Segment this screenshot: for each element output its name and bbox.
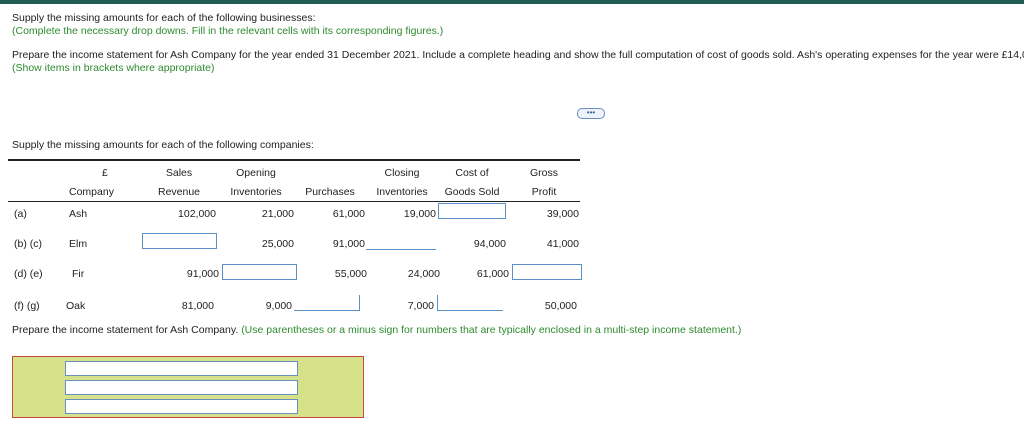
closing-value: 24,000 — [407, 268, 440, 280]
purchases-input-f[interactable] — [294, 295, 360, 311]
row-label: (f) (g) — [14, 300, 40, 312]
closing-input-c[interactable] — [366, 249, 436, 250]
table-intro: Supply the missing amounts for each of t… — [12, 139, 314, 151]
statement-prompt: Prepare the income statement for Ash Com… — [12, 324, 741, 336]
purchases-value: 91,000 — [332, 238, 365, 250]
gross-header-bottom: Profit — [531, 186, 557, 198]
purchases-value: 55,000 — [334, 268, 367, 280]
top-accent-bar — [0, 0, 1024, 4]
closing-header-top: Closing — [384, 167, 420, 179]
opening-header-top: Opening — [236, 167, 276, 179]
sales-value: 91,000 — [186, 268, 219, 280]
question-note-2: (Show items in brackets where appropriat… — [12, 62, 215, 74]
gross-value: 41,000 — [546, 238, 579, 250]
statement-heading-input-3[interactable] — [65, 399, 298, 414]
company-name: Oak — [66, 300, 86, 312]
opening-header-bottom: Inventories — [230, 186, 282, 198]
opening-value: 21,000 — [261, 208, 294, 220]
income-statement-box — [12, 356, 364, 418]
opening-value: 9,000 — [265, 300, 292, 312]
question-line-2: Prepare the income statement for Ash Com… — [12, 49, 1024, 61]
closing-value: 7,000 — [407, 300, 434, 312]
opening-value: 25,000 — [261, 238, 294, 250]
row-label: (b) (c) — [14, 238, 42, 250]
statement-heading-input-1[interactable] — [65, 361, 298, 376]
statement-prompt-text: Prepare the income statement for Ash Com… — [12, 324, 239, 336]
cogs-value: 94,000 — [473, 238, 506, 250]
table-header-rule — [8, 201, 580, 202]
more-info-button[interactable]: ••• — [577, 108, 605, 119]
statement-heading-input-2[interactable] — [65, 380, 298, 395]
sales-header-bottom: Revenue — [157, 186, 201, 198]
gross-value: 39,000 — [546, 208, 579, 220]
cogs-input-a[interactable] — [438, 203, 506, 219]
sales-value: 81,000 — [181, 300, 214, 312]
company-name: Elm — [69, 238, 88, 250]
cogs-header-top: Cost of — [455, 167, 489, 179]
company-name: Fir — [72, 268, 85, 280]
sales-header-top: Sales — [165, 167, 193, 179]
row-label: (d) (e) — [14, 268, 43, 280]
row-label: (a) — [14, 208, 27, 220]
currency-header: £ — [102, 167, 108, 179]
cogs-value: 61,000 — [476, 268, 509, 280]
sales-input-b[interactable] — [142, 233, 217, 249]
gross-value: 50,000 — [544, 300, 577, 312]
company-header: Company — [69, 186, 114, 198]
purchases-header: Purchases — [305, 186, 355, 198]
sales-value: 102,000 — [178, 208, 216, 220]
company-name: Ash — [69, 208, 88, 220]
gross-header-top: Gross — [529, 167, 558, 179]
question-note-1: (Complete the necessary drop downs. Fill… — [12, 25, 444, 37]
question-line-1: Supply the missing amounts for each of t… — [12, 12, 316, 24]
table-top-rule — [8, 159, 580, 161]
closing-header-bottom: Inventories — [376, 186, 428, 198]
opening-input-d[interactable] — [222, 264, 297, 280]
statement-note: (Use parentheses or a minus sign for num… — [241, 324, 742, 336]
cogs-header-bottom: Goods Sold — [444, 186, 500, 198]
cogs-input-g[interactable] — [437, 295, 503, 311]
purchases-value: 61,000 — [332, 208, 365, 220]
gross-input-e[interactable] — [512, 264, 582, 280]
closing-value: 19,000 — [403, 208, 436, 220]
